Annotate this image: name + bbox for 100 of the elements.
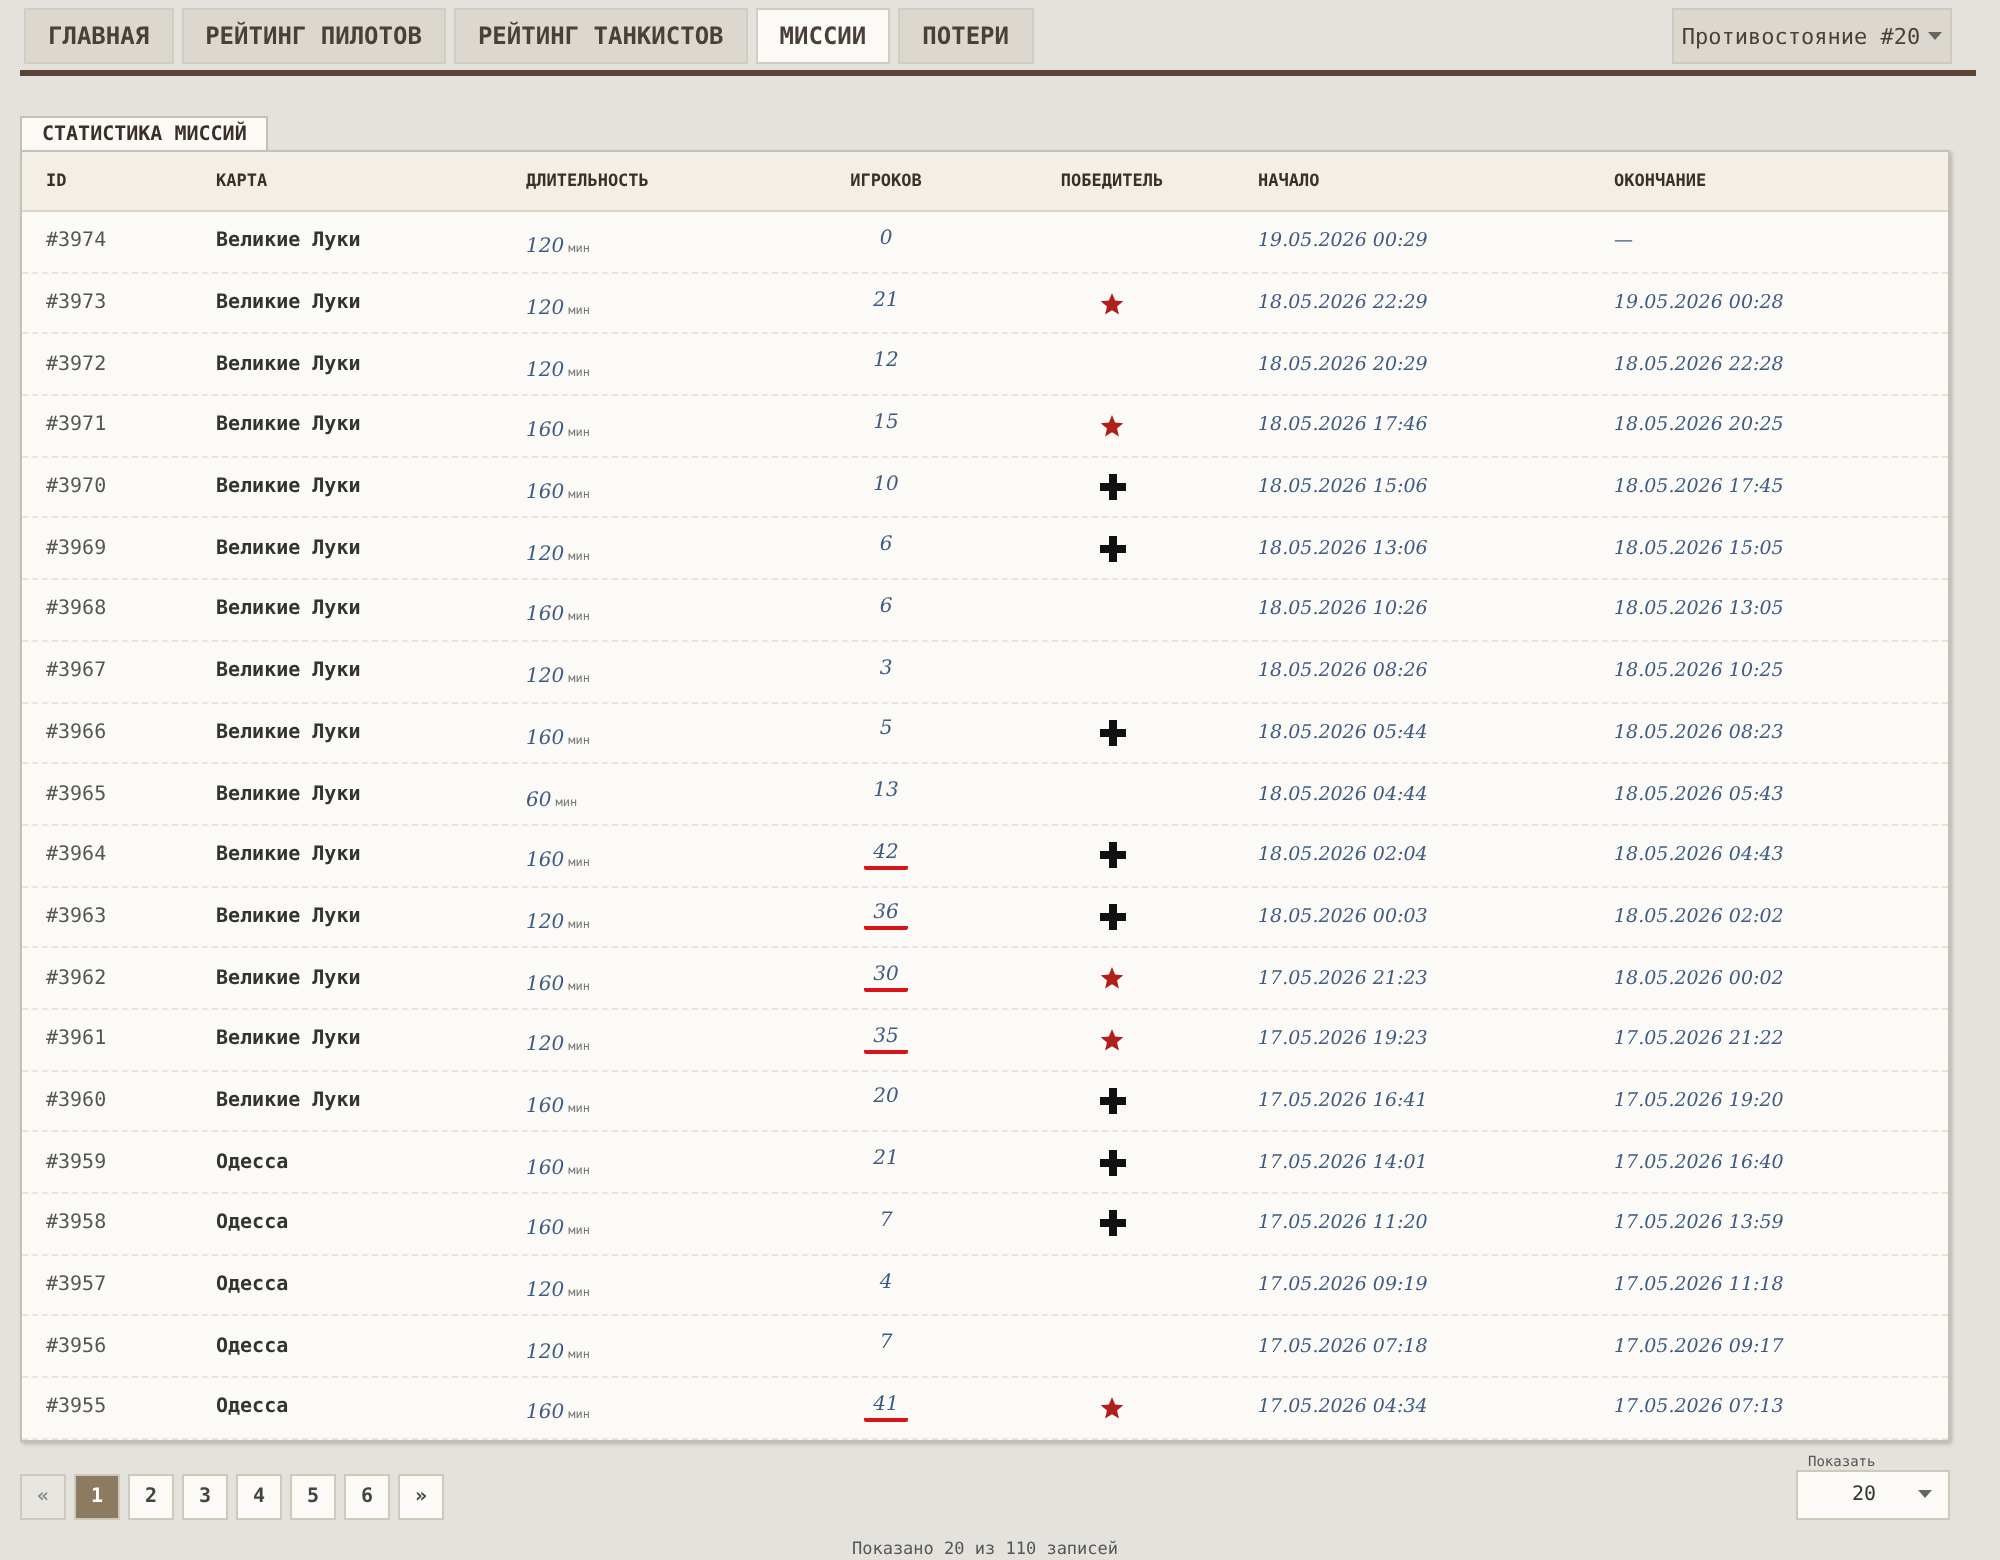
- table-cell: 120: [526, 1280, 565, 1303]
- table-cell-text: #3970: [46, 476, 109, 499]
- table-cell-text: 18.05.2026 00:03: [1256, 905, 1430, 928]
- table-cell-text: Великие Луки: [216, 353, 363, 376]
- nav-tab[interactable]: ГЛАВНАЯ: [24, 8, 174, 64]
- table-cell-text: Великие Луки: [216, 721, 363, 744]
- table-cell-text: #3967: [46, 660, 109, 683]
- table-cell-text: #3973: [46, 292, 109, 315]
- table-cell-text: #3958: [46, 1212, 109, 1235]
- table-cell-text: #3963: [46, 905, 109, 928]
- table-cell-text: Одесса: [216, 1396, 291, 1419]
- cross-icon: [1099, 1210, 1125, 1237]
- table-cell: 160: [526, 482, 565, 505]
- table-cell-text: 21: [871, 289, 901, 316]
- table-cell-text: #3957: [46, 1274, 109, 1297]
- table-cell-text: 0: [877, 227, 895, 254]
- table-cell-text: Великие Луки: [216, 537, 363, 560]
- cross-icon: [1099, 842, 1125, 869]
- table-cell-text: 18.05.2026 04:44: [1256, 783, 1430, 806]
- star-icon: [1100, 966, 1124, 991]
- table-cell-text: 18.05.2026 08:23: [1612, 721, 1786, 744]
- season-dropdown[interactable]: Противостояние #20: [1672, 8, 1952, 64]
- column-header: ПОБЕДИТЕЛЬ: [1058, 171, 1166, 191]
- table-cell-text: 18.05.2026 22:28: [1612, 353, 1786, 376]
- table-cell-text: 18.05.2026 02:02: [1612, 905, 1786, 928]
- nav-tab[interactable]: РЕЙТИНГ ПИЛОТОВ: [181, 8, 446, 64]
- table-cell-text: 17.05.2026 14:01: [1256, 1151, 1430, 1174]
- table-cell-text: 19.05.2026 00:28: [1612, 292, 1786, 315]
- table-cell-text: 13: [871, 780, 901, 807]
- table-cell-text: 18.05.2026 10:26: [1256, 598, 1430, 621]
- table-cell-text: #3960: [46, 1089, 109, 1112]
- star-icon: [1100, 291, 1124, 316]
- column-header: ID: [46, 171, 69, 191]
- nav-tab[interactable]: МИССИИ: [755, 8, 891, 64]
- table-cell-text: 17.05.2026 13:59: [1612, 1212, 1786, 1235]
- table-cell-text: 19.05.2026 00:29: [1256, 230, 1430, 253]
- column-header: ДЛИТЕЛЬНОСТЬ: [526, 171, 651, 191]
- table-cell-text: Одесса: [216, 1335, 291, 1358]
- caret-icon: [1928, 32, 1943, 40]
- table-cell-text: #3974: [46, 230, 109, 253]
- table-cell-text: #3968: [46, 598, 109, 621]
- table-cell: 41: [863, 1393, 909, 1422]
- table-cell-text: 7: [877, 1332, 895, 1359]
- table-cell-text: 18.05.2026 05:44: [1256, 721, 1430, 744]
- table-cell: 160: [526, 973, 565, 996]
- panel-tab[interactable]: СТАТИСТИКА МИССИЙ: [20, 116, 269, 150]
- caret-icon: [1918, 1490, 1932, 1499]
- nav-tab[interactable]: РЕЙТИНГ ТАНКИСТОВ: [453, 8, 748, 64]
- table-cell-text: Великие Луки: [216, 1028, 363, 1051]
- table-cell: 160: [526, 727, 565, 750]
- table-cell-text: Великие Луки: [216, 783, 363, 806]
- table-cell-text: 18.05.2026 02:04: [1256, 844, 1430, 867]
- table-cell-text: 18.05.2026 05:43: [1612, 783, 1786, 806]
- table-cell-text: 18.05.2026 20:25: [1612, 414, 1786, 437]
- page-button[interactable]: 4: [236, 1473, 282, 1520]
- page-size-select[interactable]: 20: [1796, 1469, 1950, 1520]
- table-cell-text: Великие Луки: [216, 967, 363, 990]
- table-cell: 60: [526, 789, 552, 812]
- table-cell-text: #3971: [46, 414, 109, 437]
- table-cell: 120: [526, 1341, 565, 1364]
- table-cell-text: 17.05.2026 19:23: [1256, 1028, 1430, 1051]
- table-cell-text: 17.05.2026 09:17: [1612, 1335, 1786, 1358]
- table-cell-text: 4: [877, 1271, 895, 1298]
- table-cell: 160: [526, 604, 565, 627]
- page-button[interactable]: 2: [128, 1473, 174, 1520]
- column-header: ИГРОКОВ: [848, 171, 924, 191]
- table-cell-text: 21: [871, 1148, 901, 1175]
- records-summary: Показано 20 из 110 записей: [849, 1539, 1121, 1560]
- table-cell-text: 6: [877, 595, 895, 622]
- table-cell-text: 18.05.2026 17:45: [1612, 476, 1786, 499]
- table-cell: 160: [526, 850, 565, 873]
- page-button[interactable]: 1: [74, 1473, 120, 1520]
- table-cell-text: #3972: [46, 353, 109, 376]
- column-header: НАЧАЛО: [1256, 171, 1322, 191]
- table-cell-text: Великие Луки: [216, 1089, 363, 1112]
- table-cell: 120: [526, 911, 565, 934]
- cross-icon: [1099, 903, 1125, 930]
- table-cell: 120: [526, 666, 565, 689]
- page-button[interactable]: 3: [182, 1473, 228, 1520]
- table-cell-text: Великие Луки: [216, 292, 363, 315]
- page-button[interactable]: 5: [290, 1473, 336, 1520]
- table-cell-text: 6: [877, 534, 895, 561]
- page-button[interactable]: 6: [344, 1473, 390, 1520]
- table-cell-text: 18.05.2026 22:29: [1256, 292, 1430, 315]
- table-cell-text: 15: [871, 411, 901, 438]
- table-cell: 36: [863, 902, 909, 931]
- table-cell-text: Одесса: [216, 1274, 291, 1297]
- table-cell: 120: [526, 359, 565, 382]
- table-cell-text: Одесса: [216, 1151, 291, 1174]
- table-cell: 160: [526, 1218, 565, 1241]
- cross-icon: [1099, 474, 1125, 501]
- table-cell: 160: [526, 1157, 565, 1180]
- next-page-button[interactable]: »: [398, 1473, 444, 1520]
- table-cell: 120: [526, 543, 565, 566]
- table-cell-text: Великие Луки: [216, 230, 363, 253]
- table-cell: 30: [863, 964, 909, 993]
- table-cell: 160: [526, 1095, 565, 1118]
- cross-icon: [1099, 1149, 1125, 1176]
- table-cell-text: #3965: [46, 783, 109, 806]
- nav-tab[interactable]: ПОТЕРИ: [898, 8, 1033, 64]
